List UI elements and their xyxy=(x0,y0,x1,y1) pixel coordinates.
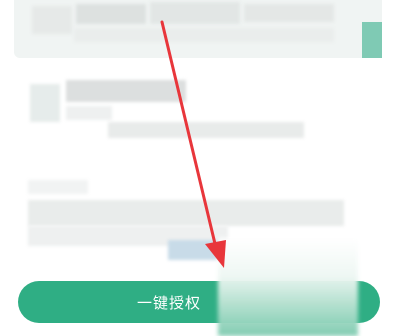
redacted-avatar xyxy=(30,84,60,122)
redacted-text-line xyxy=(28,200,344,226)
authorize-button-label: 一键授权 xyxy=(136,294,201,312)
top-card xyxy=(14,0,382,58)
redacted-text-line xyxy=(108,122,304,138)
redacted-text-block xyxy=(150,2,240,24)
redacted-text-block xyxy=(32,6,72,34)
redacted-text-line xyxy=(66,106,112,120)
redacted-text-block xyxy=(74,28,334,42)
redacted-text-line xyxy=(28,180,88,194)
redacted-highlight xyxy=(168,240,218,260)
redacted-title xyxy=(66,80,186,102)
redaction-overlay xyxy=(218,238,358,336)
redacted-text-block xyxy=(244,4,334,22)
redacted-text-block xyxy=(76,4,146,24)
card-accent xyxy=(362,22,382,58)
